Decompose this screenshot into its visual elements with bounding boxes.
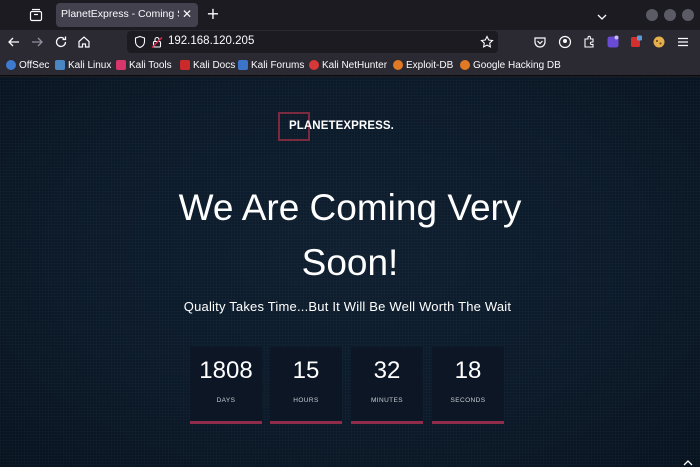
countdown-seconds: 18 SECONDS	[432, 347, 504, 424]
countdown-value: 32	[373, 357, 401, 384]
bookmark-label: Kali Forums	[251, 59, 305, 71]
bookmark-label: OffSec	[19, 59, 50, 71]
bookmark-label: Exploit-DB	[406, 59, 454, 71]
navigation-bar: 192.168.120.205	[0, 30, 700, 54]
extensions-icon[interactable]	[581, 34, 597, 50]
extension-cookie-icon[interactable]	[651, 34, 667, 50]
offsec-icon	[6, 60, 16, 70]
countdown-days: 1808 DAYS	[190, 347, 262, 424]
countdown-value: 18	[454, 357, 482, 384]
bookmark-kali-tools[interactable]: Kali Tools	[116, 58, 172, 72]
bookmarks-toolbar: OffSec Kali Linux Kali Tools Kali Docs K…	[0, 54, 700, 76]
kali-linux-icon	[55, 60, 65, 70]
insecure-lock-icon[interactable]	[149, 34, 165, 50]
close-tab-icon[interactable]: ✕	[180, 7, 194, 21]
chevron-up-icon[interactable]	[682, 454, 694, 466]
countdown-value: 1808	[199, 357, 253, 384]
page-subheadline: Quality Takes Time...But It Will Be Well…	[183, 299, 512, 314]
kali-docs-icon	[180, 60, 190, 70]
maximize-button[interactable]	[664, 9, 676, 21]
new-tab-button[interactable]: +	[205, 6, 221, 22]
home-icon[interactable]	[76, 34, 92, 50]
bookmark-label: Kali Linux	[68, 59, 112, 71]
site-logo[interactable]: PLANETEXPRESS.	[289, 120, 394, 132]
tab-list-icon[interactable]	[28, 7, 44, 23]
menu-icon[interactable]	[675, 34, 691, 50]
headline-line-2: Soon!	[301, 242, 399, 283]
extension-red-icon[interactable]	[628, 34, 644, 50]
tab-title: PlanetExpress - Coming Soon	[61, 8, 179, 20]
headline-line-1: We Are Coming Very	[178, 187, 522, 228]
page-headline: We Are Coming Very Soon!	[150, 180, 550, 290]
exploit-db-icon	[393, 60, 403, 70]
extension-purple-icon[interactable]	[605, 34, 621, 50]
bookmark-google-hacking-db[interactable]: Google Hacking DB	[460, 58, 561, 72]
bookmark-label: Kali NetHunter	[322, 59, 388, 71]
countdown-label: HOURS	[293, 397, 319, 404]
back-icon[interactable]	[6, 34, 22, 50]
bookmark-label: Kali Docs	[193, 59, 236, 71]
shield-icon[interactable]	[132, 34, 148, 50]
bookmark-exploit-db[interactable]: Exploit-DB	[393, 58, 453, 72]
address-bar[interactable]: 192.168.120.205	[127, 31, 498, 53]
countdown-minutes: 32 MINUTES	[351, 347, 423, 424]
bookmark-label: Google Hacking DB	[473, 59, 561, 71]
countdown-label: DAYS	[216, 397, 236, 404]
reload-icon[interactable]	[53, 34, 69, 50]
chevron-down-icon[interactable]	[596, 8, 608, 20]
account-icon[interactable]	[557, 34, 573, 50]
close-window-button[interactable]	[682, 9, 694, 21]
forward-icon[interactable]	[29, 34, 45, 50]
pocket-icon[interactable]	[532, 34, 548, 50]
countdown-label: MINUTES	[370, 397, 404, 404]
kali-forums-icon	[238, 60, 248, 70]
countdown-value: 15	[292, 357, 320, 384]
bookmark-kali-linux[interactable]: Kali Linux	[55, 58, 111, 72]
tab-bar: PlanetExpress - Coming Soon ✕ +	[0, 0, 700, 30]
bookmark-kali-docs[interactable]: Kali Docs	[180, 58, 235, 72]
active-tab[interactable]: PlanetExpress - Coming Soon ✕	[56, 3, 198, 27]
kali-tools-icon	[116, 60, 126, 70]
google-hacking-db-icon	[460, 60, 470, 70]
page-content: PLANETEXPRESS. We Are Coming Very Soon! …	[0, 77, 700, 467]
url-text[interactable]: 192.168.120.205	[168, 35, 254, 47]
minimize-button[interactable]	[646, 9, 658, 21]
countdown-hours: 15 HOURS	[270, 347, 342, 424]
kali-nethunter-icon	[309, 60, 319, 70]
countdown-label: SECONDS	[450, 397, 486, 404]
bookmark-label: Kali Tools	[129, 59, 172, 71]
bookmark-kali-nethunter[interactable]: Kali NetHunter	[309, 58, 387, 72]
bookmark-offsec[interactable]: OffSec	[6, 58, 49, 72]
bookmark-kali-forums[interactable]: Kali Forums	[238, 58, 304, 72]
bookmark-star-icon[interactable]	[479, 34, 495, 50]
